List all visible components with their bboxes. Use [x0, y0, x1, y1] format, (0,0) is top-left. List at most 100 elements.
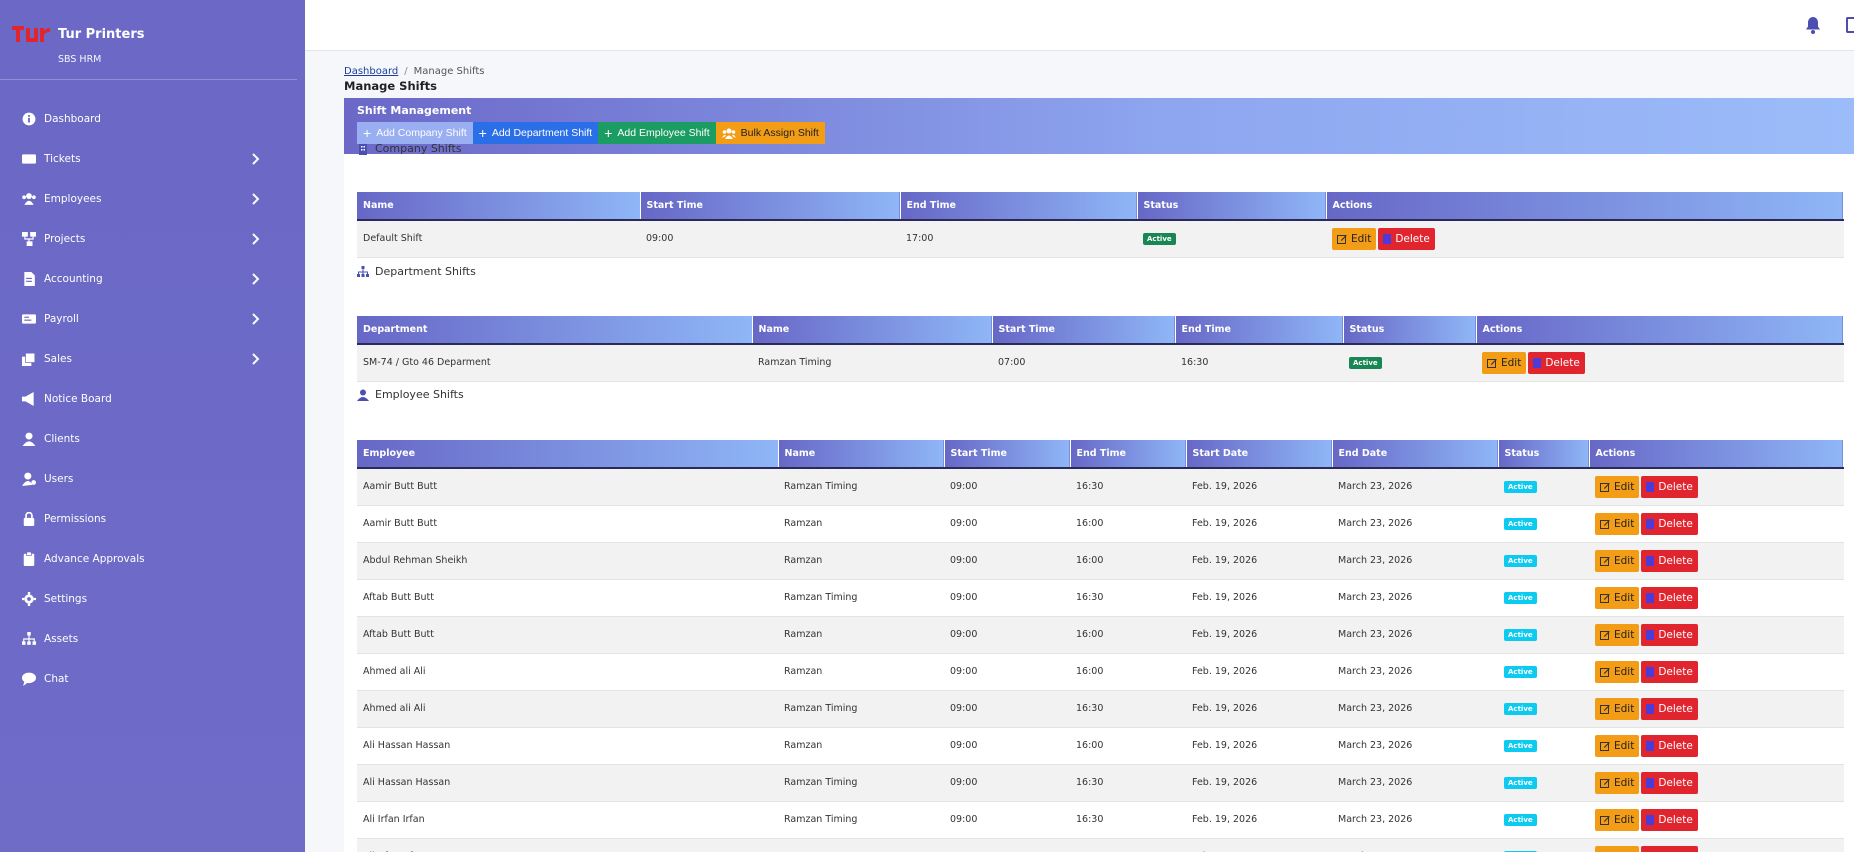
sidebar-item-permissions[interactable]: Permissions	[0, 499, 305, 539]
table-row: Ali Irfan IrfanRamzan09:0016:00Feb. 19, …	[357, 838, 1844, 852]
sidebar-item-payroll[interactable]: Payroll	[0, 299, 305, 339]
info-icon	[22, 112, 36, 126]
shift-name: Ramzan	[778, 616, 944, 654]
sidebar-item-settings[interactable]: Settings	[0, 579, 305, 619]
add-department-shift-button[interactable]: + Add Department Shift	[472, 122, 599, 144]
edit-button[interactable]: Edit	[1332, 227, 1377, 250]
edit-button[interactable]: Edit	[1595, 623, 1640, 646]
start-time: 07:00	[992, 344, 1175, 382]
status-badge: Active	[1504, 702, 1537, 715]
add-company-shift-button[interactable]: + Add Company Shift	[357, 122, 473, 144]
edit-button[interactable]: Edit	[1595, 512, 1640, 535]
status-cell: Active	[1498, 468, 1589, 506]
sidebar-item-notice-board[interactable]: Notice Board	[0, 379, 305, 419]
start-date: Feb. 19, 2026	[1186, 764, 1332, 802]
shift-name: Ramzan Timing	[752, 344, 992, 382]
add-company-shift-label: Add Company Shift	[376, 127, 467, 139]
sidebar-item-label: Sales	[44, 353, 72, 365]
table-row: Ali Irfan Irfan Ramzan Timing 09:00 16:30 Fe…	[357, 801, 1844, 839]
chevron-right-icon	[252, 233, 260, 245]
edit-button[interactable]: Edit	[1595, 734, 1640, 757]
sidebar-item-chat[interactable]: Chat	[0, 659, 305, 699]
edit-button[interactable]: Edit	[1595, 771, 1640, 794]
edit-icon	[1600, 593, 1610, 603]
bell-icon[interactable]	[1805, 16, 1821, 34]
sidebar-item-clients[interactable]: Clients	[0, 419, 305, 459]
status-cell: Active	[1498, 579, 1589, 617]
end-date: March 23, 2026	[1332, 838, 1498, 852]
table-row: SM-74 / Gto 46 Deparment Ramzan Timing 07:…	[357, 344, 1844, 382]
delete-button[interactable]: Delete	[1641, 512, 1698, 535]
sidebar-item-assets[interactable]: Assets	[0, 619, 305, 659]
delete-button[interactable]: Delete	[1641, 549, 1698, 572]
shift-name: Default Shift	[357, 220, 640, 258]
column-header: Name	[752, 316, 993, 345]
status-badge: Active	[1349, 356, 1382, 369]
employee-name: Aamir Butt Butt	[357, 468, 778, 506]
plus-icon: +	[478, 125, 487, 141]
table-row: Aftab Butt Butt Ramzan Timing 09:00 16:30 Fe…	[357, 579, 1844, 617]
delete-label: Delete	[1395, 232, 1430, 245]
breadcrumb-dashboard-link[interactable]: Dashboard	[344, 66, 398, 77]
end-time: 16:30	[1070, 468, 1186, 506]
sidebar-item-projects[interactable]: Projects	[0, 219, 305, 259]
start-time: 09:00	[944, 690, 1070, 728]
employee-shifts-table: Employee Name Start Time End Time Start Date…	[357, 440, 1844, 852]
edit-button[interactable]: Edit	[1595, 697, 1640, 720]
delete-button[interactable]: Delete	[1641, 623, 1698, 646]
delete-button[interactable]: Delete	[1641, 697, 1698, 720]
sidebar: Tur Printers SBS HRM Dashboard Tickets Emp…	[0, 0, 305, 852]
delete-button[interactable]: Delete	[1641, 845, 1698, 852]
edit-label: Edit	[1501, 356, 1522, 369]
delete-label: Delete	[1658, 554, 1693, 567]
status-cell: Active	[1137, 220, 1326, 258]
delete-button[interactable]: Delete	[1641, 475, 1698, 498]
table-row: Ahmed ali Ali Ramzan Timing 09:00 16:30 Feb.…	[357, 690, 1844, 728]
company-shifts-title: Company Shifts	[357, 142, 462, 155]
edit-button[interactable]: Edit	[1595, 845, 1640, 852]
add-employee-shift-button[interactable]: + Add Employee Shift	[598, 122, 716, 144]
employee-name: Ali Irfan Irfan	[357, 801, 778, 839]
chevron-right-icon	[252, 353, 260, 365]
sidebar-item-accounting[interactable]: Accounting	[0, 259, 305, 299]
edit-icon	[1600, 778, 1610, 788]
sidebar-item-sales[interactable]: Sales	[0, 339, 305, 379]
delete-button[interactable]: Delete	[1641, 660, 1698, 683]
department-shifts-title-text: Department Shifts	[375, 265, 476, 278]
sidebar-item-dashboard[interactable]: Dashboard	[0, 99, 305, 139]
brand-subtitle: SBS HRM	[58, 54, 102, 65]
sidebar-item-employees[interactable]: Employees	[0, 179, 305, 219]
shift-name: Ramzan Timing	[778, 579, 944, 617]
shift-name: Ramzan	[778, 653, 944, 691]
edit-button[interactable]: Edit	[1595, 475, 1640, 498]
edit-button[interactable]: Edit	[1595, 549, 1640, 572]
edit-label: Edit	[1614, 591, 1635, 604]
sidebar-item-tickets[interactable]: Tickets	[0, 139, 305, 179]
end-date: March 23, 2026	[1332, 764, 1498, 802]
brand: Tur Printers SBS HRM	[0, 0, 297, 80]
delete-button[interactable]: Delete	[1641, 586, 1698, 609]
delete-button[interactable]: Delete	[1378, 227, 1435, 250]
delete-button[interactable]: Delete	[1641, 771, 1698, 794]
bulk-assign-shift-button[interactable]: Bulk Assign Shift	[715, 122, 825, 144]
delete-button[interactable]: Delete	[1528, 351, 1585, 374]
shift-name: Ramzan	[778, 542, 944, 580]
logout-icon[interactable]	[1846, 17, 1854, 33]
sidebar-item-advance-approvals[interactable]: Advance Approvals	[0, 539, 305, 579]
edit-button[interactable]: Edit	[1595, 808, 1640, 831]
company-shifts-table: Name Start Time End Time Status Actions Defa…	[357, 192, 1844, 258]
edit-button[interactable]: Edit	[1482, 351, 1527, 374]
start-date: Feb. 19, 2026	[1186, 690, 1332, 728]
start-date: Feb. 19, 2026	[1186, 468, 1332, 506]
brand-title: Tur Printers	[58, 27, 145, 42]
status-badge: Active	[1504, 739, 1537, 752]
delete-button[interactable]: Delete	[1641, 734, 1698, 757]
sidebar-item-users[interactable]: Users	[0, 459, 305, 499]
edit-button[interactable]: Edit	[1595, 660, 1640, 683]
payroll-icon	[22, 314, 36, 324]
actions-cell: EditDelete	[1589, 838, 1844, 852]
trash-icon	[1646, 777, 1655, 788]
column-header: Actions	[1476, 316, 1844, 345]
delete-button[interactable]: Delete	[1641, 808, 1698, 831]
edit-button[interactable]: Edit	[1595, 586, 1640, 609]
